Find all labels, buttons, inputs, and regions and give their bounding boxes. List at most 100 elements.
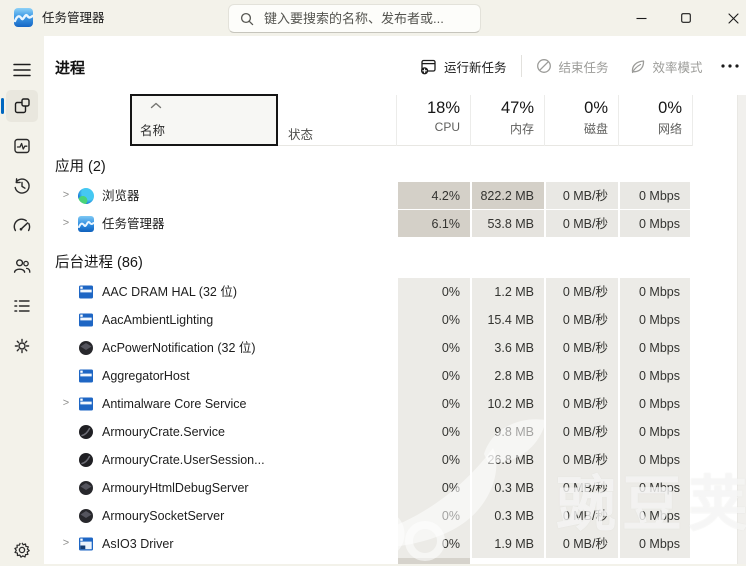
table-row[interactable]: > 浏览器 4.2% 822.2 MB 0 MB/秒 0 Mbps: [44, 182, 737, 210]
process-name: 任务管理器: [102, 210, 165, 238]
table-row[interactable]: AacAmbientLighting 0% 15.4 MB 0 MB/秒 0 M…: [44, 306, 737, 334]
network-cell: 0 Mbps: [618, 390, 692, 418]
sidebar-item-app-history[interactable]: [6, 170, 38, 202]
disk-column-label: 磁盘: [545, 120, 618, 137]
search-icon: [240, 12, 254, 26]
memory-cell: 0.3 MB: [470, 502, 544, 530]
efficiency-mode-label: 效率模式: [653, 57, 703, 76]
status-column-header[interactable]: 状态: [288, 124, 313, 143]
details-icon: [12, 296, 32, 316]
services-icon: [12, 336, 32, 356]
gear-icon: [12, 540, 32, 560]
app-history-icon: [12, 176, 32, 196]
ellipsis-icon: [721, 64, 739, 68]
edge-browser-icon: [78, 188, 94, 204]
maximize-button[interactable]: [664, 0, 708, 36]
network-cell: 0 Mbps: [618, 474, 692, 502]
process-name: ArmouryHtmlDebugServer: [102, 474, 249, 502]
selected-indicator: [1, 98, 4, 114]
memory-total-percent: 47%: [471, 99, 544, 118]
table-row[interactable]: > 任务管理器 6.1% 53.8 MB 0 MB/秒 0 Mbps: [44, 210, 737, 238]
table-row[interactable]: ArmourySocketServer 0% 0.3 MB 0 MB/秒 0 M…: [44, 502, 737, 530]
cpu-cell: 4.2%: [396, 182, 470, 210]
disk-cell: 0 MB/秒: [544, 210, 618, 238]
search-input[interactable]: 键入要搜索的名称、发布者或...: [228, 4, 481, 33]
startup-apps-icon: [12, 216, 32, 236]
memory-column-header[interactable]: 47% 内存: [470, 95, 544, 146]
run-new-task-button[interactable]: 运行新任务: [410, 50, 517, 82]
table-row[interactable]: AAC DRAM HAL (32 位) 0% 1.2 MB 0 MB/秒 0 M…: [44, 278, 737, 306]
disk-cell: 0 MB/秒: [544, 278, 618, 306]
cpu-cell: 0%: [396, 474, 470, 502]
process-name: AAC DRAM HAL (32 位): [102, 278, 237, 306]
chevron-right-icon[interactable]: >: [59, 210, 73, 238]
disk-column-header[interactable]: 0% 磁盘: [544, 95, 618, 146]
default-app-icon: [78, 368, 94, 384]
end-task-icon: [536, 58, 552, 74]
name-column-label: 名称: [140, 120, 165, 139]
process-name: ArmourySocketServer: [102, 502, 224, 530]
cpu-cell: 0%: [396, 362, 470, 390]
sidebar-item-processes[interactable]: [6, 90, 38, 122]
memory-cell: 26.8 MB: [470, 446, 544, 474]
driver-app-icon: [78, 536, 94, 552]
memory-cell: 53.8 MB: [470, 210, 544, 238]
name-column-header[interactable]: 名称: [130, 94, 278, 146]
network-column-header[interactable]: 0% 网络: [618, 95, 692, 146]
chevron-right-icon[interactable]: >: [59, 390, 73, 418]
table-row[interactable]: ArmouryCrate.Service 0% 9.8 MB 0 MB/秒 0 …: [44, 418, 737, 446]
efficiency-mode-button[interactable]: 效率模式: [619, 50, 713, 82]
users-icon: [12, 256, 32, 276]
table-row[interactable]: > AsIO3 Driver 0% 1.9 MB 0 MB/秒 0 Mbps: [44, 530, 737, 558]
process-name: Antimalware Core Service: [102, 390, 247, 418]
sidebar-item-startup-apps[interactable]: [6, 210, 38, 242]
chevron-right-icon[interactable]: >: [59, 530, 73, 558]
end-task-button[interactable]: 结束任务: [526, 50, 619, 82]
cpu-column-header[interactable]: 18% CPU: [396, 95, 470, 146]
header-end-line: [692, 95, 693, 146]
process-name: AsIO3 Driver: [102, 530, 174, 558]
task-manager-icon: [78, 216, 94, 232]
close-button[interactable]: [711, 0, 746, 36]
table-row[interactable]: > Antimalware Core Service 0% 10.2 MB 0 …: [44, 390, 737, 418]
cpu-column-label: CPU: [397, 120, 470, 134]
window-title: 任务管理器: [42, 0, 105, 36]
cpu-cell: 0%: [396, 446, 470, 474]
process-name: AcPowerNotification (32 位): [102, 334, 256, 362]
network-cell: 0 Mbps: [618, 334, 692, 362]
group-header-apps[interactable]: 应用 (2): [55, 155, 106, 176]
disk-total-percent: 0%: [545, 99, 618, 118]
sidebar-item-details[interactable]: [6, 290, 38, 322]
sidebar-item-services[interactable]: [6, 330, 38, 362]
default-app-icon: [78, 312, 94, 328]
minimize-button[interactable]: [619, 0, 663, 36]
main-content: 进程 运行新任务 结束任务 效率模式: [44, 36, 746, 564]
table-row[interactable]: ArmouryHtmlDebugServer 0% 0.3 MB 0 MB/秒 …: [44, 474, 737, 502]
process-name: AacAmbientLighting: [102, 306, 213, 334]
network-column-label: 网络: [619, 120, 692, 137]
chevron-right-icon[interactable]: >: [59, 182, 73, 210]
cpu-cell: 0%: [396, 418, 470, 446]
hamburger-icon: [13, 63, 31, 77]
table-row[interactable]: AcPowerNotification (32 位) 0% 3.6 MB 0 M…: [44, 334, 737, 362]
sidebar-item-performance[interactable]: [6, 130, 38, 162]
run-new-task-label: 运行新任务: [444, 57, 507, 76]
network-cell: 0 Mbps: [618, 418, 692, 446]
disk-cell: 0 MB/秒: [544, 306, 618, 334]
gem-app-icon: [78, 340, 94, 356]
table-row[interactable]: ArmouryCrate.UserSession... 0% 26.8 MB 0…: [44, 446, 737, 474]
disk-cell: 0 MB/秒: [544, 530, 618, 558]
vertical-scrollbar[interactable]: [737, 95, 746, 564]
sidebar-item-users[interactable]: [6, 250, 38, 282]
settings-button[interactable]: [6, 534, 38, 566]
process-name: ArmouryCrate.UserSession...: [102, 446, 265, 474]
group-header-background[interactable]: 后台进程 (86): [55, 251, 143, 272]
page-title: 进程: [55, 57, 85, 78]
nav-menu-button[interactable]: [6, 54, 38, 86]
table-row[interactable]: AggregatorHost 0% 2.8 MB 0 MB/秒 0 Mbps: [44, 362, 737, 390]
network-cell: 0 Mbps: [618, 278, 692, 306]
search-placeholder: 键入要搜索的名称、发布者或...: [264, 5, 444, 32]
cpu-total-percent: 18%: [397, 99, 470, 118]
disk-cell: 0 MB/秒: [544, 334, 618, 362]
more-options-button[interactable]: [713, 50, 746, 82]
